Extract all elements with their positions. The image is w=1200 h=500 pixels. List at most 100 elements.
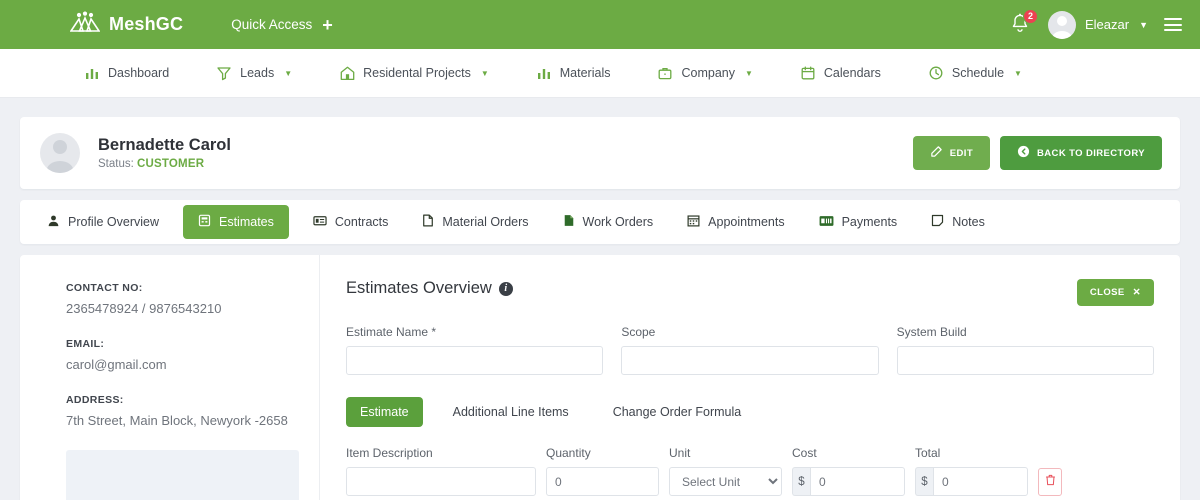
- tab-label: Work Orders: [582, 215, 654, 229]
- subtab-estimate[interactable]: Estimate: [346, 397, 423, 427]
- delete-row-button[interactable]: [1038, 467, 1062, 496]
- column-item-description: Item Description: [346, 446, 433, 460]
- tab-estimates[interactable]: Estimates: [183, 205, 289, 239]
- estimate-name-label: Estimate Name *: [346, 325, 437, 339]
- estimates-panel-header: Estimates Overview i CLOSE ✕: [346, 279, 1154, 306]
- cost-input[interactable]: [810, 467, 905, 496]
- calendar-icon: [800, 65, 816, 81]
- scope-input[interactable]: [621, 346, 879, 375]
- delete-cell: [1038, 467, 1064, 496]
- address-label: ADDRESS:: [66, 394, 124, 406]
- nav-item-materials[interactable]: Materials: [536, 65, 611, 81]
- status-badge: Status: CUSTOMER: [98, 158, 231, 170]
- brand-name: MeshGC: [109, 14, 184, 34]
- main-navigation: Dashboard Leads ▼ Residental Projects ▼: [0, 49, 1200, 98]
- nav-item-schedule[interactable]: Schedule ▼: [928, 65, 1022, 81]
- chevron-down-icon: ▼: [1014, 68, 1022, 78]
- page-content: Bernadette Carol Status: CUSTOMER EDIT B…: [0, 117, 1200, 500]
- tab-label: Contracts: [334, 215, 389, 229]
- header-right-cluster: 2 Eleazar ▼: [1010, 8, 1182, 39]
- estimates-title-text: Estimates Overview: [346, 279, 492, 297]
- profile-actions: EDIT BACK TO DIRECTORY: [912, 136, 1162, 170]
- total-input[interactable]: [933, 467, 1028, 496]
- address-value: 7th Street, Main Block, Newyork -2658: [66, 413, 288, 428]
- tab-material-orders[interactable]: Material Orders: [412, 206, 538, 238]
- nav-item-dashboard[interactable]: Dashboard: [84, 65, 169, 81]
- tab-appointments[interactable]: Appointments: [677, 206, 794, 238]
- tab-profile-overview[interactable]: Profile Overview: [37, 206, 169, 238]
- status-label: Status:: [98, 158, 134, 170]
- tab-label: Appointments: [708, 215, 785, 229]
- column-actions: [1038, 446, 1064, 460]
- user-icon: [47, 214, 60, 230]
- email-value: carol@gmail.com: [66, 357, 167, 372]
- system-build-field-group: System Build: [896, 325, 1154, 375]
- back-to-directory-button[interactable]: BACK TO DIRECTORY: [1000, 136, 1162, 170]
- nav-item-leads[interactable]: Leads ▼: [216, 65, 292, 81]
- tab-notes[interactable]: Notes: [921, 206, 995, 238]
- funnel-icon: [216, 65, 232, 81]
- subtab-change-order-formula[interactable]: Change Order Formula: [599, 397, 756, 427]
- unit-select[interactable]: Select Unit: [669, 467, 782, 496]
- edit-pencil-icon: [930, 145, 943, 161]
- estimate-document-icon: [198, 214, 211, 230]
- tab-label: Profile Overview: [68, 215, 159, 229]
- plus-icon: +: [322, 14, 333, 35]
- nav-label: Materials: [559, 66, 611, 80]
- file-icon: [422, 214, 434, 230]
- quick-access-label: Quick Access: [231, 17, 313, 32]
- nav-item-residental-projects[interactable]: Residental Projects ▼: [339, 65, 489, 81]
- nav-label: Leads: [240, 66, 275, 80]
- tab-label: Notes: [952, 215, 985, 229]
- close-button[interactable]: CLOSE ✕: [1076, 279, 1154, 306]
- system-build-input[interactable]: [896, 346, 1154, 375]
- contact-no-value: 2365478924 / 9876543210: [66, 301, 222, 316]
- nav-label: Calendars: [823, 66, 881, 80]
- contract-card-icon: [313, 214, 327, 230]
- tab-label: Material Orders: [442, 215, 529, 229]
- nav-item-company[interactable]: Company ▼: [657, 65, 753, 81]
- address-group: ADDRESS: 7th Street, Main Block, Newyork…: [66, 394, 299, 430]
- tab-work-orders[interactable]: Work Orders: [553, 206, 664, 238]
- tab-payments[interactable]: Payments: [809, 207, 908, 238]
- back-arrow-circle-icon: [1017, 145, 1030, 161]
- user-menu[interactable]: Eleazar ▼: [1048, 10, 1148, 39]
- estimate-name-field-group: Estimate Name *: [346, 325, 604, 375]
- quick-access-button[interactable]: Quick Access +: [231, 16, 333, 34]
- notifications-button[interactable]: 2: [1010, 8, 1038, 37]
- avatar: [1048, 10, 1076, 39]
- hamburger-menu-icon[interactable]: [1164, 18, 1182, 31]
- chevron-down-icon: ▼: [284, 68, 293, 78]
- home-icon: [339, 65, 355, 81]
- quantity-cell: [546, 467, 659, 496]
- tab-contracts[interactable]: Contracts: [303, 206, 399, 238]
- system-build-label: System Build: [896, 325, 967, 339]
- entity-body-card: CONTACT NO: 2365478924 / 9876543210 EMAI…: [20, 255, 1180, 500]
- line-items-header: Item Description Quantity Unit Cost Tota…: [346, 446, 1154, 460]
- close-x-icon: ✕: [1132, 287, 1141, 298]
- unit-cell: Select Unit: [669, 467, 782, 496]
- nav-item-calendars[interactable]: Calendars: [800, 65, 881, 81]
- nav-label: Schedule: [951, 66, 1005, 80]
- bar-chart-icon: [536, 65, 552, 81]
- info-icon[interactable]: i: [498, 281, 513, 296]
- estimate-subtabs: Estimate Additional Line Items Change Or…: [346, 397, 1154, 427]
- email-label: EMAIL:: [66, 338, 105, 350]
- column-total: Total: [915, 446, 941, 460]
- subtab-additional-line-items[interactable]: Additional Line Items: [439, 397, 583, 427]
- user-name-label: Eleazar: [1085, 17, 1130, 32]
- brand-logo[interactable]: MeshGC: [69, 11, 184, 38]
- edit-button[interactable]: EDIT: [912, 136, 991, 170]
- item-description-input[interactable]: [346, 467, 536, 496]
- profile-meta: Bernadette Carol Status: CUSTOMER: [98, 136, 231, 170]
- bar-chart-icon: [84, 65, 100, 81]
- estimates-panel-title: Estimates Overview i: [346, 279, 513, 298]
- column-unit: Unit: [669, 446, 691, 460]
- clipboard-icon: [563, 214, 575, 230]
- trash-icon: [1045, 473, 1056, 491]
- clock-icon: [928, 65, 944, 81]
- contact-no-group: CONTACT NO: 2365478924 / 9876543210: [66, 282, 299, 318]
- estimate-name-input[interactable]: [346, 346, 604, 375]
- tab-label: Estimates: [219, 215, 274, 229]
- quantity-input[interactable]: [546, 467, 659, 496]
